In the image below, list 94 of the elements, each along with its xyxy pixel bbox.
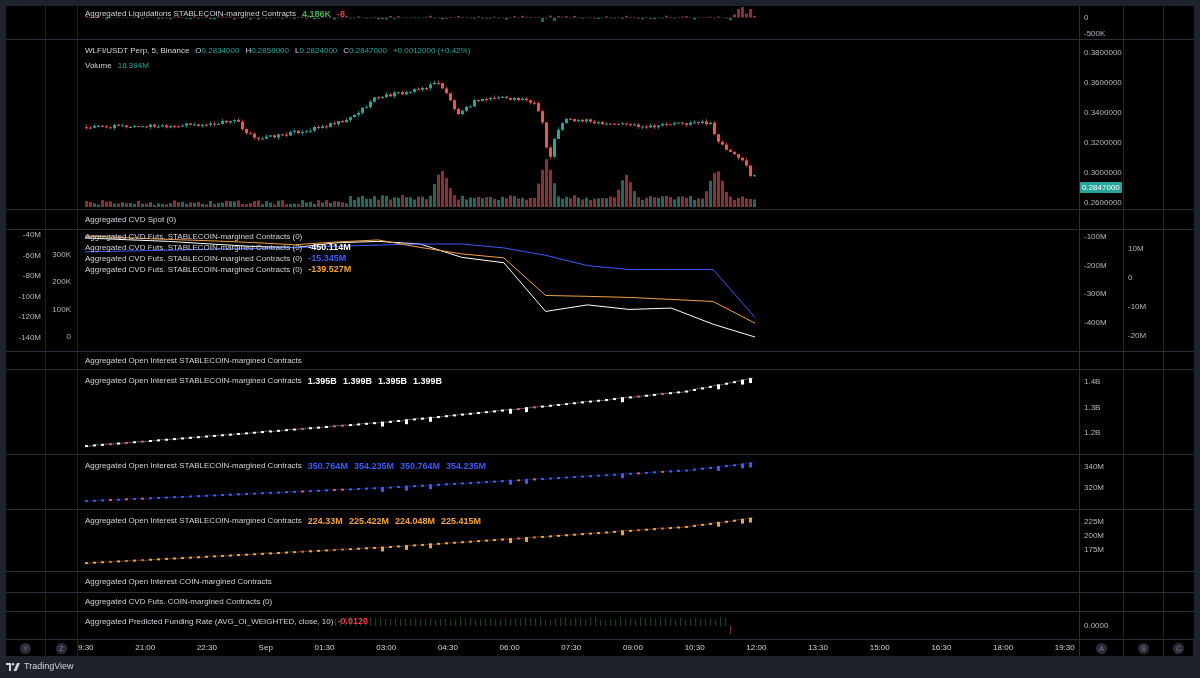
indicator-title: Aggregated Open Interest STABLECOIN-margined Contracts [85, 354, 302, 367]
axis-tick-label: 1.4B [1084, 377, 1102, 387]
time-axis-label: 04:30 [437, 642, 458, 654]
indicator-title: WLFI/USDT Perp, 5, Binance [85, 45, 190, 57]
legend-value: 225.415M [440, 515, 481, 528]
brand-name: TradingView [24, 660, 74, 674]
axis-tick-label: -80M [22, 271, 41, 282]
axis-tick-label: 1.3B [1084, 402, 1102, 413]
axis-tick-label: -100M [1084, 231, 1107, 242]
indicator-title: Aggregated Open Interest STABLECOIN-margined Contracts [85, 375, 302, 387]
legend-value: -8 [337, 8, 346, 21]
axis-tick-label: 0 [66, 332, 71, 342]
time-axis-label: 22:30 [196, 642, 217, 654]
legend-value: 350.764M [399, 460, 440, 473]
time-axis-label: 16:30 [931, 642, 952, 654]
ohlc-value: 0.2847000 [349, 45, 387, 57]
axis-tick-label: -60M [22, 250, 41, 261]
legend-value: 1.395B [307, 375, 337, 388]
axis-tick-label: 175M [1084, 545, 1105, 555]
time-axis-label: Sep [258, 642, 273, 654]
volume-label: Volume [85, 60, 112, 72]
time-axis-label: 06:00 [499, 642, 520, 654]
indicator-title: Aggregated CVD Spot (0) [85, 213, 177, 226]
indicator-title: Aggregated CVD Futs. COIN-margined Contracts (0) [85, 596, 273, 608]
indicator-title: Aggregated Open Interest STABLECOIN-margined Contracts [85, 515, 302, 527]
legend-value: 224.33M [307, 515, 343, 528]
time-axis-label: 03:00 [376, 642, 397, 654]
axis-tick-label: -10M [1128, 302, 1148, 312]
axis-tick-label: 0.0000 [1084, 621, 1110, 631]
price-change: +0.0012000 (+0.42%) [392, 45, 471, 57]
ohlc-label: C [343, 45, 350, 57]
axis-tick-label: 0 [1084, 13, 1090, 23]
axis-tick-label: 200M [1084, 531, 1105, 541]
indicator-title: Aggregated CVD Futs. STABLECOIN-margined Contracts (0) [85, 264, 303, 275]
axis-tick-label: -200M [1084, 260, 1107, 271]
legend-value: 224.048M [394, 515, 435, 528]
indicator-title: Aggregated CVD Futs. STABLECOIN-margined Contracts (0) [85, 253, 303, 264]
legend-value: -139.527M [308, 264, 352, 275]
axis-tick-label: 200K [52, 277, 71, 288]
axis-tick-label: -20M [1128, 331, 1148, 341]
ohlc-value: 0.2859000 [251, 45, 289, 57]
last-price-label: 0.2847000 [1080, 182, 1122, 193]
legend-value: 225.422M [348, 515, 389, 528]
axis-tick-label: 10M [1128, 244, 1145, 254]
time-axis-label: 07:30 [561, 642, 582, 654]
axis-tick-label: 1.2B [1084, 428, 1102, 438]
time-axis-label: 9:30 [78, 642, 94, 654]
legend-value: 354.235M [445, 460, 486, 473]
ohlc-label: L [295, 45, 300, 57]
legend-value: 354.235M [353, 460, 394, 473]
axis-tick-label: 0.3200000 [1084, 138, 1123, 148]
time-axis-label: 12:00 [746, 642, 767, 654]
axis-tick-label: 0.3400000 [1084, 108, 1123, 118]
time-axis-label: 19:30 [1054, 642, 1075, 654]
axis-tick-label: 0 [1128, 273, 1134, 283]
time-axis-label: 01:30 [314, 642, 335, 654]
legend-value: -15.345M [308, 253, 347, 264]
axis-tick-label: -400M [1084, 318, 1107, 328]
axis-tick-label: 0.3600000 [1084, 78, 1123, 88]
axis-tick-label: 300K [52, 250, 71, 260]
ohlc-label: H [245, 45, 252, 57]
time-axis-label: 15:00 [869, 642, 890, 654]
axis-tick-label: -120M [18, 312, 41, 323]
axis-tick-label: 0.3000000 [1084, 168, 1123, 178]
axis-tick-label: -500K [1084, 29, 1107, 39]
volume-value: 18.394M [117, 60, 149, 72]
ohlc-value: 0.2824000 [299, 45, 338, 57]
axis-tick-label: -300M [1084, 289, 1107, 300]
legend-value: 1.399B [342, 375, 372, 388]
axis-tick-label: -40M [22, 230, 41, 240]
axis-tick-label: 0.3800000 [1084, 48, 1123, 58]
axis-tick-label: -140M [18, 332, 41, 343]
axis-tick-label: 320M [1084, 483, 1105, 493]
legend-value: -0.0120 [337, 615, 368, 629]
indicator-title: Aggregated Predicted Funding Rate (AVG_OI_WEIGHTED, close, 10) [85, 616, 334, 628]
legend-value: 350.764M [307, 460, 348, 473]
axis-tick-label: 340M [1084, 462, 1105, 472]
ohlc-label: O [195, 45, 202, 57]
time-axis-label: 21:00 [135, 642, 156, 654]
time-axis-label: 09:00 [622, 642, 643, 654]
ohlc-value: 0.2834000 [201, 45, 240, 57]
axis-tick-label: 100K [52, 304, 71, 315]
axis-tick-label: 225M [1084, 517, 1105, 527]
time-axis-label: 18:00 [993, 642, 1014, 654]
legend-value: 1.395B [377, 375, 407, 388]
legend-value: 1.399B [412, 375, 442, 388]
time-axis-label: 13:30 [808, 642, 829, 654]
indicator-title: Aggregated Open Interest COIN-margined Contracts [85, 576, 272, 588]
axis-tick-label: 0.2600000 [1084, 198, 1123, 208]
indicator-title: Aggregated Open Interest STABLECOIN-margined Contracts [85, 460, 302, 472]
time-axis-label: 10:30 [684, 642, 705, 654]
indicator-title: Aggregated Liquidations STABLECOIN-margined Contracts [85, 8, 297, 20]
legend-value: 4.186K [302, 8, 332, 21]
axis-tick-label: -100M [18, 291, 41, 302]
